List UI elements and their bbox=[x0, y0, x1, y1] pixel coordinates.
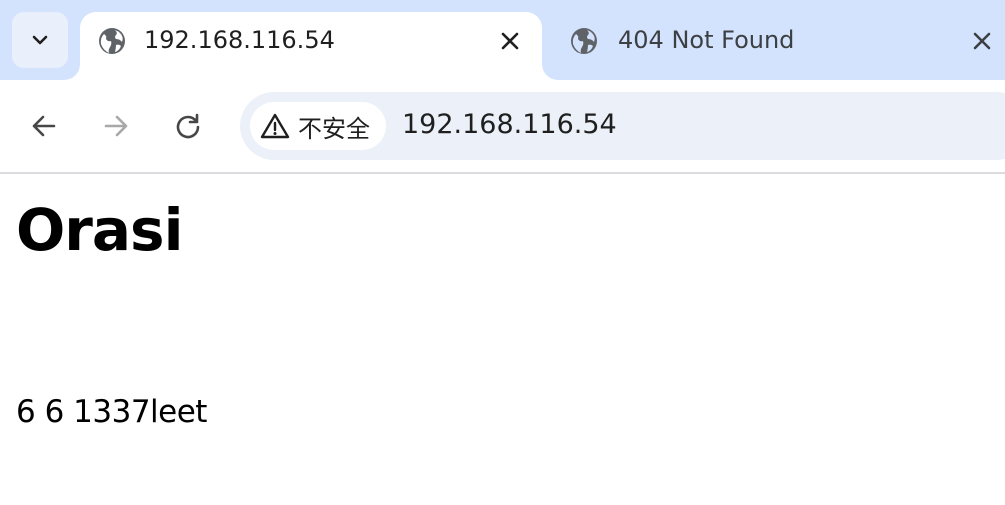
tab-strip: 192.168.116.54 404 Not Found bbox=[0, 0, 1005, 80]
tab-search-button[interactable] bbox=[12, 12, 68, 68]
security-label: 不安全 bbox=[298, 114, 370, 143]
globe-icon bbox=[99, 28, 125, 54]
url-text[interactable]: 192.168.116.54 bbox=[402, 109, 617, 140]
back-button[interactable] bbox=[24, 106, 64, 146]
chevron-down-icon bbox=[32, 35, 48, 45]
reload-button[interactable] bbox=[168, 106, 208, 146]
tab-close-button[interactable] bbox=[968, 27, 996, 55]
warning-triangle-icon bbox=[260, 113, 290, 139]
tab-inactive[interactable]: 404 Not Found bbox=[550, 12, 1005, 80]
reload-icon bbox=[176, 113, 200, 139]
arrow-left-icon bbox=[32, 115, 56, 137]
tab-title: 404 Not Found bbox=[618, 26, 795, 54]
arrow-right-icon bbox=[104, 115, 128, 137]
address-bar[interactable]: 不安全 192.168.116.54 bbox=[240, 92, 1005, 160]
tab-close-button[interactable] bbox=[496, 27, 524, 55]
tab-active[interactable]: 192.168.116.54 bbox=[80, 12, 542, 80]
close-icon bbox=[973, 32, 991, 50]
page-heading: Orasi bbox=[16, 196, 183, 264]
forward-button[interactable] bbox=[96, 106, 136, 146]
page-content: Orasi 6 6 1337leet bbox=[0, 174, 1005, 505]
tab-title: 192.168.116.54 bbox=[144, 26, 335, 54]
security-chip[interactable]: 不安全 bbox=[250, 102, 386, 150]
globe-icon bbox=[571, 28, 597, 54]
close-icon bbox=[501, 32, 519, 50]
toolbar: 不安全 192.168.116.54 bbox=[0, 80, 1005, 172]
page-text: 6 6 1337leet bbox=[16, 394, 207, 430]
